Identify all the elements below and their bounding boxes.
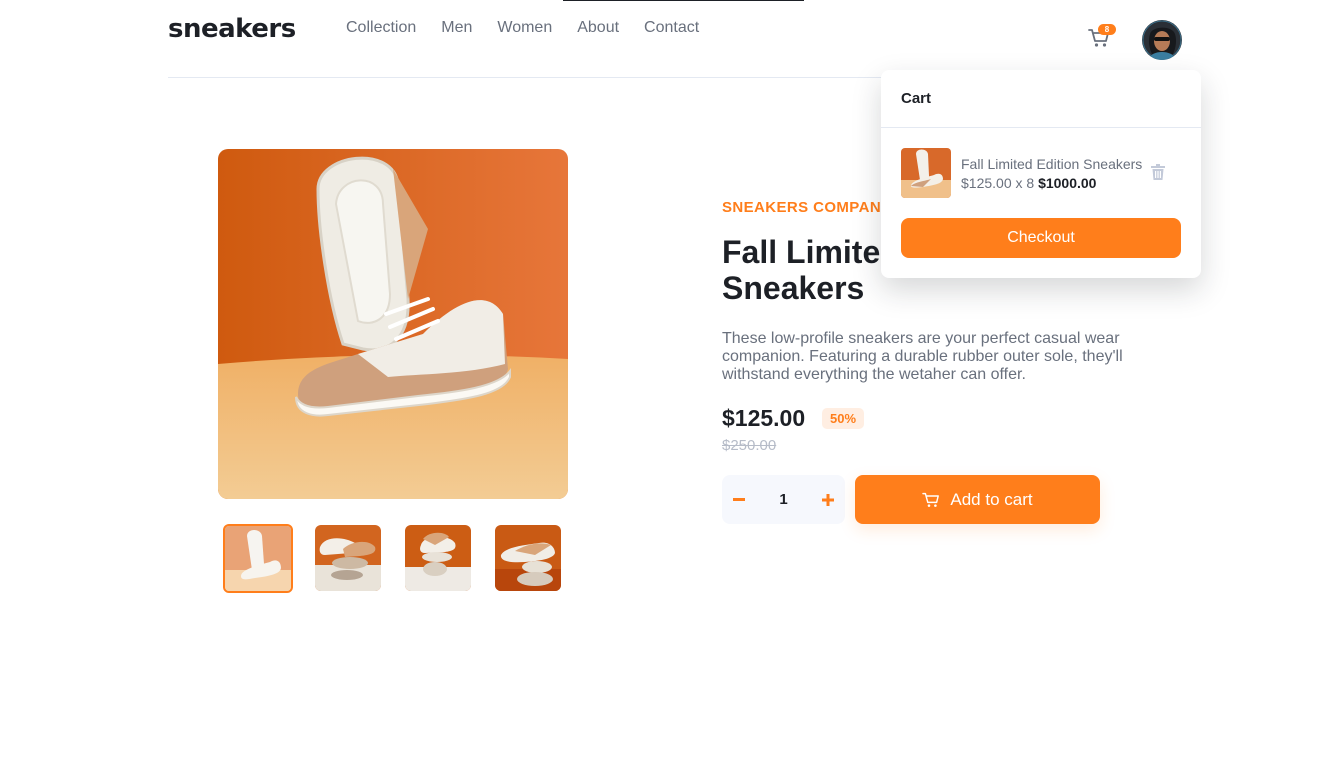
cart-icon	[922, 492, 940, 507]
thumbnail-1[interactable]	[223, 524, 293, 593]
site-header: sneakers Collection Men Women About Cont…	[168, 0, 1200, 78]
discount-badge: 50%	[822, 408, 864, 429]
nav-men[interactable]: Men	[441, 19, 472, 37]
cart-item-name: Fall Limited Edition Sneakers	[961, 156, 1143, 172]
nav-about[interactable]: About	[577, 19, 619, 37]
avatar[interactable]	[1142, 20, 1182, 60]
cart-item-total: $1000.00	[1038, 175, 1097, 191]
cart-button[interactable]: 8	[1088, 24, 1116, 52]
cart-count-badge: 8	[1098, 24, 1116, 35]
decrease-quantity-button[interactable]	[722, 475, 756, 524]
nav-contact[interactable]: Contact	[644, 19, 699, 37]
thumbnail-4[interactable]	[495, 525, 561, 591]
cart-title: Cart	[881, 70, 1201, 128]
thumbnail-2[interactable]	[315, 525, 381, 591]
quantity-value[interactable]: 1	[762, 475, 805, 524]
original-price: $250.00	[722, 437, 777, 454]
cart-dropdown: Cart Fall Limited Edition Sneakers $125.…	[881, 70, 1201, 278]
increase-quantity-button[interactable]	[811, 475, 845, 524]
company-name: SNEAKERS COMPANY	[722, 199, 892, 216]
logo[interactable]: sneakers	[168, 14, 296, 44]
plus-icon	[822, 493, 834, 506]
avatar-image	[1142, 20, 1182, 60]
sneaker-photo	[218, 149, 568, 499]
quantity-stepper: 1	[722, 475, 845, 524]
main-nav: Collection Men Women About Contact	[346, 19, 699, 37]
product-main-image[interactable]	[218, 149, 568, 499]
cart-item-price-line: $125.00 x 8 $1000.00	[961, 175, 1096, 191]
current-price: $125.00	[722, 405, 806, 431]
add-to-cart-button[interactable]: Add to cart	[855, 475, 1100, 524]
add-to-cart-label: Add to cart	[950, 489, 1033, 509]
nav-collection[interactable]: Collection	[346, 19, 416, 37]
nav-women[interactable]: Women	[497, 19, 552, 37]
cart-item-unit-price: $125.00 x 8	[961, 175, 1035, 191]
cart-item-thumbnail	[901, 148, 951, 198]
minus-icon	[733, 497, 745, 501]
thumbnail-3[interactable]	[405, 525, 471, 591]
trash-icon	[1151, 164, 1165, 180]
checkout-button[interactable]: Checkout	[901, 218, 1181, 258]
cart-item: Fall Limited Edition Sneakers $125.00 x …	[901, 148, 1181, 198]
product-description: These low-profile sneakers are your perf…	[722, 330, 1123, 383]
delete-item-button[interactable]	[1151, 164, 1167, 181]
